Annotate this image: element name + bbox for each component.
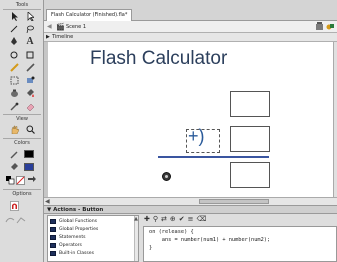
input-field-num1[interactable] <box>230 91 270 117</box>
auto-format-icon[interactable]: ≡ <box>188 216 194 223</box>
book-icon <box>50 219 56 224</box>
list-item-label: Operators <box>59 243 82 248</box>
subselect-tool-icon[interactable] <box>24 11 36 22</box>
horizontal-scrollbar[interactable]: ◀ <box>44 197 337 205</box>
input-field-num2[interactable] <box>230 126 270 152</box>
list-item[interactable]: Global Properties <box>50 226 98 233</box>
script-editor[interactable]: on (release) { ans = number(num1) + numb… <box>143 226 337 262</box>
tools-title: Tools <box>15 2 29 8</box>
edit-symbol-icon[interactable] <box>326 22 335 31</box>
stroke-color-swatch[interactable] <box>24 150 34 158</box>
ink-bottle-tool-icon[interactable] <box>8 88 20 99</box>
arrow-tool-icon[interactable] <box>8 11 20 22</box>
text-tool-icon[interactable]: A <box>24 36 36 47</box>
brush-tool-icon[interactable] <box>24 62 36 73</box>
book-icon <box>50 251 56 256</box>
vertical-scrollbar[interactable] <box>333 42 337 197</box>
options-label: Options <box>12 191 32 197</box>
list-scrollbar[interactable]: ▲ <box>134 216 138 261</box>
stage-area: Flash Calculator +) <box>44 42 333 197</box>
list-item[interactable]: Operators <box>50 242 82 249</box>
code-line[interactable]: ans = number(num1) + number(num2); <box>149 237 270 243</box>
actions-toolbox: Global Functions Global Properties State… <box>47 215 139 262</box>
replace-icon[interactable]: ⇄ <box>161 216 167 223</box>
view-label: View <box>16 116 28 122</box>
find-icon[interactable]: ⚲ <box>153 216 158 223</box>
fill-color-swatch[interactable] <box>24 163 34 171</box>
divider <box>3 114 41 115</box>
timeline-toggle[interactable]: ▶ Timeline <box>44 33 337 42</box>
list-item[interactable]: Global Functions <box>50 218 97 225</box>
scene-icon: 🎬 <box>56 23 65 31</box>
timeline-label: Timeline <box>52 34 74 40</box>
operator-label: +) <box>188 126 205 146</box>
divider <box>3 9 41 10</box>
edit-scene-icon[interactable] <box>315 22 324 31</box>
stroke-color-icon[interactable] <box>8 149 20 160</box>
check-syntax-icon[interactable]: ✔ <box>179 216 185 223</box>
free-transform-tool-icon[interactable] <box>8 75 20 86</box>
colors-label: Colors <box>14 140 30 146</box>
list-item-label: Global Properties <box>59 227 99 232</box>
book-icon <box>50 235 56 240</box>
stage-title: Flash Calculator <box>90 48 228 69</box>
code-line[interactable]: on (release) { <box>149 229 194 235</box>
book-icon <box>50 243 56 248</box>
snap-magnet-icon[interactable] <box>8 200 20 211</box>
list-item-label: Global Functions <box>59 219 98 224</box>
document-window: Flash Calculator (Finished).fla* ◀ 🎬 Sce… <box>44 0 337 205</box>
book-icon <box>50 227 56 232</box>
back-arrow-icon[interactable]: ◀ <box>47 23 52 30</box>
scrollbar-thumb[interactable] <box>199 199 269 204</box>
edit-bar-icons <box>315 22 335 31</box>
list-item[interactable]: Statements <box>50 234 86 241</box>
rectangle-tool-icon[interactable] <box>24 49 36 60</box>
code-hint-icon[interactable]: ⌫ <box>197 216 207 223</box>
scene-label[interactable]: Scene 1 <box>66 24 86 30</box>
sum-line <box>158 156 269 158</box>
hand-tool-icon[interactable] <box>8 124 20 135</box>
divider <box>3 138 41 139</box>
scroll-up-arrow-icon[interactable]: ▲ <box>134 216 138 222</box>
edit-bar: ◀ 🎬 Scene 1 <box>44 21 337 33</box>
oval-tool-icon[interactable] <box>8 49 20 60</box>
stage[interactable]: Flash Calculator +) <box>48 42 333 197</box>
fill-transform-tool-icon[interactable] <box>24 75 36 86</box>
pencil-tool-icon[interactable] <box>8 62 20 73</box>
list-item-label: Built-in Classes <box>59 251 95 256</box>
straighten-option-icon[interactable] <box>15 214 27 225</box>
tools-panel: Tools A View Colors Options <box>0 0 44 262</box>
add-action-icon[interactable]: ✚ <box>144 216 150 223</box>
calculate-button[interactable] <box>162 172 171 181</box>
actions-panel-header[interactable]: ▼ Actions - Button <box>44 205 337 214</box>
output-field-answer[interactable] <box>230 162 270 188</box>
lasso-tool-icon[interactable] <box>24 23 36 34</box>
line-tool-icon[interactable] <box>8 23 20 34</box>
zoom-tool-icon[interactable] <box>24 124 36 135</box>
actions-toolbar: ✚ ⚲ ⇄ ⊕ ✔ ≡ ⌫ <box>144 215 206 224</box>
document-tab[interactable]: Flash Calculator (Finished).fla* <box>46 9 133 21</box>
actions-panel: ▼ Actions - Button Global Functions Glob… <box>44 205 337 262</box>
scroll-left-arrow-icon[interactable]: ◀ <box>45 198 50 205</box>
swap-colors-icon[interactable] <box>25 175 37 186</box>
target-path-icon[interactable]: ⊕ <box>170 216 176 223</box>
eyedropper-tool-icon[interactable] <box>8 101 20 112</box>
eraser-tool-icon[interactable] <box>24 101 36 112</box>
fill-color-icon[interactable] <box>8 162 20 173</box>
code-line[interactable]: } <box>149 245 152 251</box>
divider <box>3 189 41 190</box>
pen-tool-icon[interactable] <box>8 36 20 47</box>
paint-bucket-tool-icon[interactable] <box>24 88 36 99</box>
expand-arrow-icon[interactable]: ▶ <box>46 34 50 40</box>
list-item-label: Statements <box>59 235 86 240</box>
list-item[interactable]: Built-in Classes <box>50 250 94 257</box>
